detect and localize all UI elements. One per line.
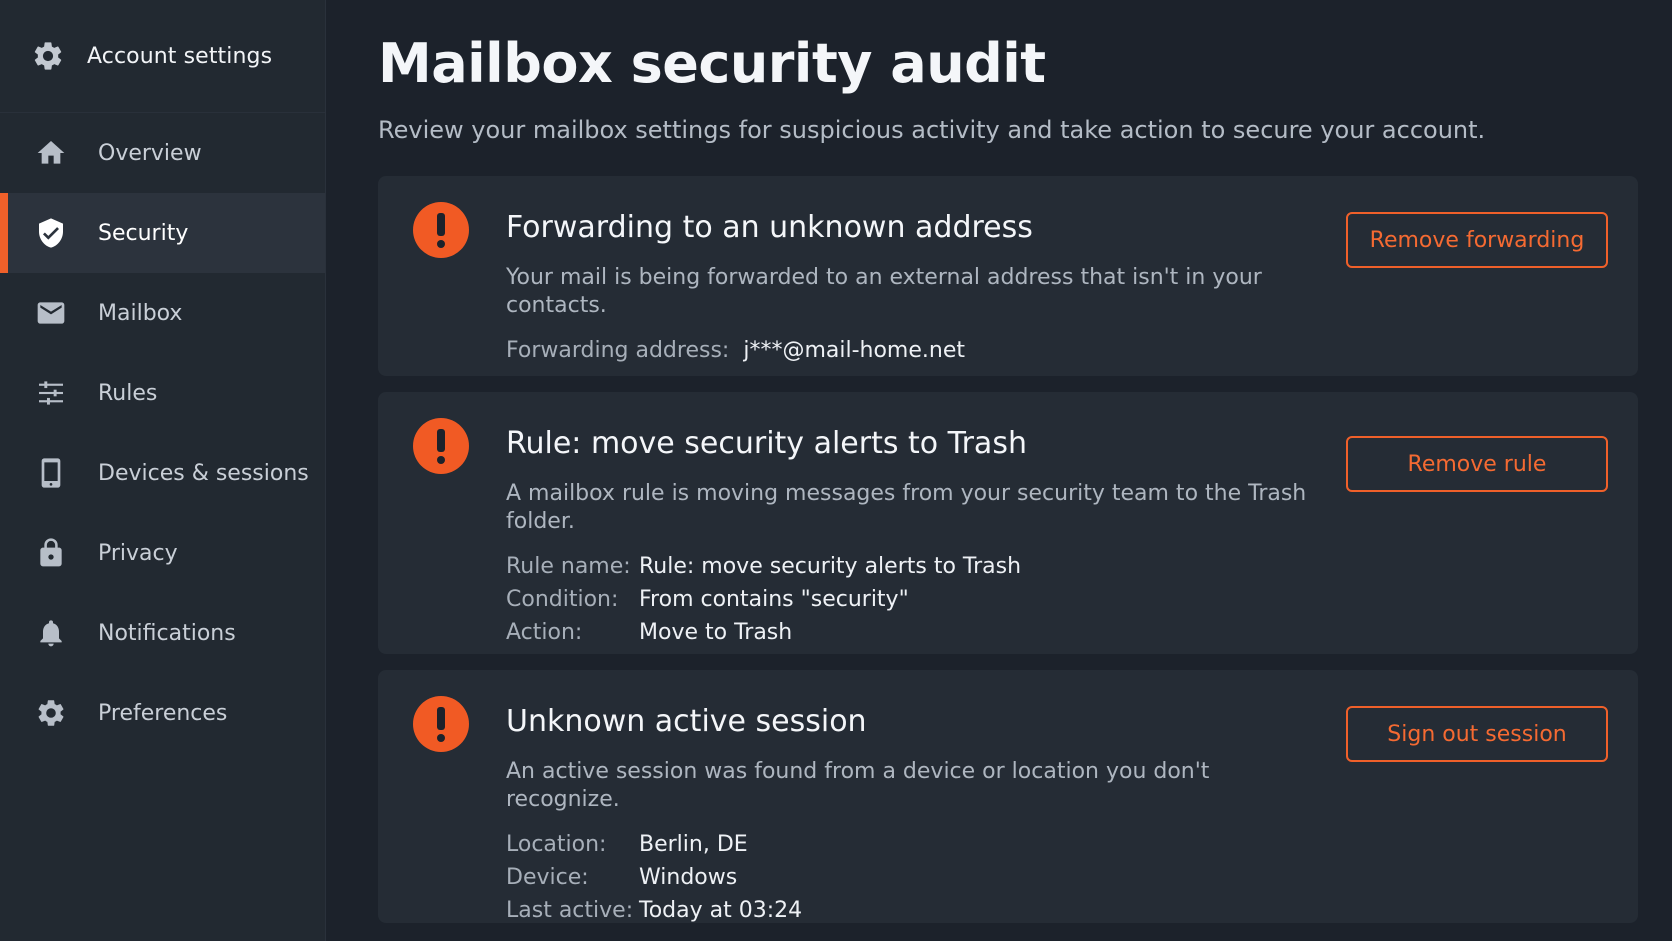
main-content: Mailbox security audit Review your mailb…: [326, 0, 1672, 941]
envelope-icon: [34, 296, 68, 330]
sliders-icon: [34, 376, 68, 410]
detail-row: Last active: Today at 03:24: [506, 894, 1318, 927]
card-title: Unknown active session: [506, 704, 867, 739]
card-title: Forwarding to an unknown address: [506, 210, 1033, 245]
detail-row: Action: Move to Trash: [506, 616, 1318, 649]
sidebar-item-rules[interactable]: Rules: [0, 353, 325, 433]
gear-icon: [31, 39, 65, 73]
card-title: Rule: move security alerts to Trash: [506, 426, 1027, 461]
sign-out-session-button[interactable]: Sign out session: [1346, 706, 1608, 762]
card-details: Location: Berlin, DE Device: Windows Las…: [506, 828, 1318, 927]
card-body: Forwarding to an unknown address Your ma…: [506, 210, 1318, 367]
sidebar-item-mailbox[interactable]: Mailbox: [0, 273, 325, 353]
sidebar-item-privacy[interactable]: Privacy: [0, 513, 325, 593]
shield-check-icon: [34, 216, 68, 250]
detail-key: Location:: [506, 832, 607, 857]
card-body: Rule: move security alerts to Trash A ma…: [506, 426, 1318, 649]
detail-row: Device: Windows: [506, 861, 1318, 894]
alert-icon: [413, 202, 469, 258]
sidebar: Account settings Overview Security Mailb…: [0, 0, 326, 941]
sidebar-item-label: Devices & sessions: [98, 460, 309, 486]
sidebar-item-preferences[interactable]: Preferences: [0, 673, 325, 753]
audit-card-session: Unknown active session An active session…: [378, 670, 1638, 923]
sidebar-item-label: Rules: [98, 380, 158, 406]
card-description: A mailbox rule is moving messages from y…: [506, 481, 1307, 534]
detail-row: Location: Berlin, DE: [506, 828, 1318, 861]
gear-icon: [34, 696, 68, 730]
detail-row: Forwarding address: j***@mail-home.net: [506, 334, 1318, 367]
page-subtitle: Review your mailbox settings for suspici…: [378, 116, 1486, 144]
card-details: Forwarding address: j***@mail-home.net: [506, 334, 1318, 367]
sidebar-item-label: Preferences: [98, 700, 228, 726]
lock-icon: [34, 536, 68, 570]
card-description: An active session was found from a devic…: [506, 759, 1210, 812]
tablet-icon: [34, 456, 68, 490]
detail-value: Today at 03:24: [639, 898, 803, 923]
sidebar-item-overview[interactable]: Overview: [0, 113, 325, 193]
detail-value: Rule: move security alerts to Trash: [639, 554, 1022, 579]
card-description: Your mail is being forwarded to an exter…: [506, 265, 1262, 318]
detail-value: Move to Trash: [639, 620, 793, 645]
sidebar-item-label: Security: [98, 220, 189, 246]
sidebar-header: Account settings: [0, 0, 325, 113]
detail-value: From contains "security": [639, 587, 909, 612]
bell-icon: [34, 616, 68, 650]
audit-card-rule: Rule: move security alerts to Trash A ma…: [378, 392, 1638, 654]
detail-key: Forwarding address:: [506, 338, 730, 363]
sidebar-item-label: Privacy: [98, 540, 178, 566]
detail-key: Device:: [506, 865, 589, 890]
detail-key: Last active:: [506, 898, 634, 923]
sidebar-item-label: Overview: [98, 140, 202, 166]
audit-cards: Forwarding to an unknown address Your ma…: [378, 176, 1638, 923]
sidebar-item-devices-sessions[interactable]: Devices & sessions: [0, 433, 325, 513]
sidebar-item-label: Mailbox: [98, 300, 183, 326]
detail-key: Condition:: [506, 587, 619, 612]
detail-value: Windows: [639, 865, 738, 890]
card-body: Unknown active session An active session…: [506, 704, 1318, 927]
page-title: Mailbox security audit: [378, 32, 1046, 95]
detail-value: j***@mail-home.net: [743, 338, 965, 363]
detail-row: Condition: From contains "security": [506, 583, 1318, 616]
sidebar-nav: Overview Security Mailbox Rules Devices …: [0, 113, 325, 753]
sidebar-title: Account settings: [87, 43, 273, 69]
detail-key: Rule name:: [506, 554, 631, 579]
remove-forwarding-button[interactable]: Remove forwarding: [1346, 212, 1608, 268]
alert-icon: [413, 696, 469, 752]
detail-row: Rule name: Rule: move security alerts to…: [506, 550, 1318, 583]
audit-card-forwarding: Forwarding to an unknown address Your ma…: [378, 176, 1638, 376]
app: Account settings Overview Security Mailb…: [0, 0, 1672, 941]
sidebar-item-label: Notifications: [98, 620, 236, 646]
card-details: Rule name: Rule: move security alerts to…: [506, 550, 1318, 649]
detail-key: Action:: [506, 620, 583, 645]
alert-icon: [413, 418, 469, 474]
remove-rule-button[interactable]: Remove rule: [1346, 436, 1608, 492]
home-icon: [34, 136, 68, 170]
detail-value: Berlin, DE: [639, 832, 748, 857]
sidebar-item-security[interactable]: Security: [0, 193, 325, 273]
sidebar-item-notifications[interactable]: Notifications: [0, 593, 325, 673]
